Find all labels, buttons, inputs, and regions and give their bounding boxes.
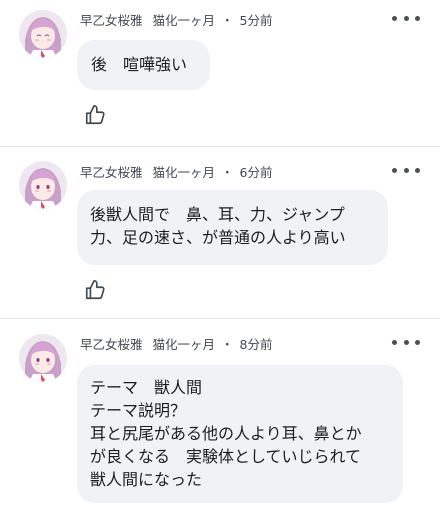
comment-text-line: テーマ説明？ (90, 401, 187, 420)
meta-separator: ・ (221, 13, 234, 28)
comment-bubble: 後獣人間で 鼻、耳、力、ジャンプ 力、足の速さ、が普通の人より高い (77, 190, 388, 265)
author-status: 猫化一ヶ月 (152, 13, 216, 28)
more-options-button[interactable] (392, 334, 420, 350)
avatar[interactable] (19, 10, 67, 58)
comment-meta: 早乙女桜雅 猫化一ヶ月・ 6分前 (80, 162, 273, 181)
more-options-button[interactable] (392, 10, 420, 26)
comment-text: 後 喧嘩強い (91, 55, 188, 74)
more-horizontal-icon (392, 167, 397, 173)
comment-text-line: 力、足の速さ、が普通の人より高い (90, 228, 346, 247)
comment-text-line: が良くなる 実験体としていじられて (90, 447, 362, 466)
author-status: 猫化一ヶ月 (152, 165, 216, 180)
avatar[interactable] (19, 161, 67, 209)
thumbs-up-icon (85, 105, 105, 125)
comment-text-line: 耳と尻尾がある他の人より耳、鼻とか (90, 424, 362, 443)
timestamp[interactable]: 5分前 (240, 13, 273, 28)
comment-feed: 早乙女桜雅 猫化一ヶ月・ 5分前 後 喧嘩強い 早乙女桜雅 猫化一ヶ月 ・ 6分… (0, 0, 440, 512)
meta-separator: ・ (221, 337, 234, 352)
more-horizontal-icon (392, 339, 397, 345)
author-name[interactable]: 早乙女桜雅 (80, 337, 143, 352)
thumbs-up-icon (85, 280, 105, 300)
comment-text-line: 獣人間になった (90, 470, 203, 489)
comment-bubble: テーマ 獣人間 テーマ説明？ 耳と尻尾がある他の人より耳、鼻とか が良くなる 実… (77, 365, 403, 503)
comment-1: 早乙女桜雅 猫化一ヶ月・ 5分前 後 喧嘩強い (0, 0, 440, 146)
comment-text-line: テーマ 獣人間 (90, 378, 203, 397)
more-horizontal-icon (392, 15, 397, 21)
more-options-button[interactable] (392, 162, 420, 178)
author-status: 猫化一ヶ月 (152, 337, 216, 352)
comment-meta: 早乙女桜雅 猫化一ヶ月・ 8分前 (80, 334, 273, 353)
comment-3: 早乙女桜雅 猫化一ヶ月・ 8分前 テーマ 獣人間 テーマ説明？ 耳と尻尾がある他の人… (0, 319, 440, 512)
timestamp[interactable]: 8分前 (240, 337, 273, 352)
author-name[interactable]: 早乙女桜雅 (80, 13, 143, 28)
meta-separator: ・ (221, 165, 234, 180)
timestamp[interactable]: 6分前 (240, 165, 273, 180)
like-button[interactable] (84, 104, 106, 126)
comment-bubble: 後 喧嘩強い (77, 40, 210, 90)
comment-2: 早乙女桜雅 猫化一ヶ月・ 6分前 後獣人間で 鼻、耳、力、ジャンプ 力、足の速さ、が… (0, 147, 440, 318)
avatar[interactable] (19, 334, 67, 382)
comment-meta: 早乙女桜雅 猫化一ヶ月・ 5分前 (80, 10, 273, 29)
like-button[interactable] (84, 279, 106, 301)
comment-text-line: 後獣人間で 鼻、耳、力、ジャンプ (90, 205, 345, 224)
author-name[interactable]: 早乙女桜雅 (80, 165, 143, 180)
